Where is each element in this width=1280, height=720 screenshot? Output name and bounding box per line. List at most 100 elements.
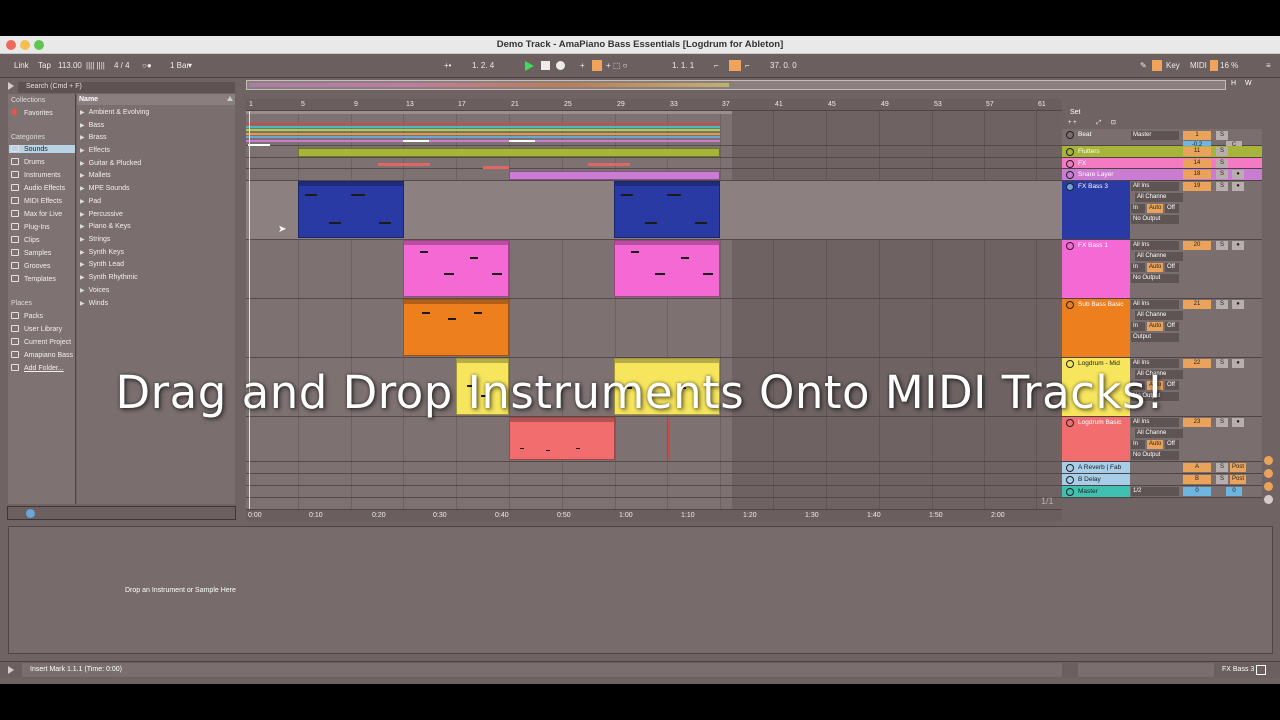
track-activator[interactable]: 20	[1183, 241, 1211, 250]
monitor-off-button[interactable]: Off	[1165, 204, 1179, 213]
overdub-icon[interactable]: +	[580, 61, 585, 70]
arrangement-position-field[interactable]: 1. 2. 4	[472, 61, 494, 70]
expand-icon[interactable]: ▶	[80, 160, 85, 167]
monitor-off-button[interactable]: Off	[1165, 322, 1179, 331]
sidebar-item-drums[interactable]: Drums	[11, 158, 45, 166]
status-icon[interactable]	[1264, 495, 1273, 504]
browser-item[interactable]: ▶ Synth Rhythmic	[80, 274, 138, 281]
flutters-clip[interactable]	[298, 148, 720, 157]
w-zoom-button[interactable]: W	[1245, 80, 1257, 90]
fold-icon[interactable]	[1066, 488, 1074, 496]
solo-button[interactable]: S	[1216, 300, 1228, 309]
master-volume[interactable]: 0	[1183, 487, 1211, 496]
browser-item[interactable]: ▶ Pad	[80, 198, 101, 205]
follow-icon[interactable]: +•	[444, 61, 451, 70]
midi-from-chooser[interactable]: All Ins	[1131, 300, 1179, 309]
browser-item[interactable]: ▶ Voices	[80, 287, 109, 294]
browser-search-input[interactable]: Search (Cmd + F)	[18, 82, 235, 93]
arrangement-overview[interactable]	[246, 80, 1226, 90]
sidebar-item-audio-effects[interactable]: Audio Effects	[11, 184, 65, 192]
track-name[interactable]: Logdrum Basic	[1062, 417, 1130, 461]
link-button[interactable]: Link	[14, 61, 29, 70]
track-activator[interactable]: 14	[1183, 159, 1211, 168]
track-lane-fx-bass-1[interactable]	[246, 240, 1062, 299]
sidebar-item-amapiano-bass[interactable]: Amapiano Bass	[11, 351, 75, 359]
sidebar-item-current-project[interactable]: Current Project	[11, 338, 75, 346]
browser-item[interactable]: ▶ Synth Lead	[80, 261, 124, 268]
track-name[interactable]: FX Bass 1	[1062, 240, 1130, 298]
track-name[interactable]: Flutters	[1062, 146, 1130, 157]
track-lane-fx[interactable]	[246, 158, 1062, 169]
track-header-fx-bass-3[interactable]: FX Bass 3 All Ins All Channe In Auto Off…	[1062, 181, 1262, 240]
post-button[interactable]: Post	[1230, 463, 1246, 472]
expand-icon[interactable]: ▶	[80, 223, 85, 230]
midi-from-chooser[interactable]: All Ins	[1131, 418, 1179, 427]
monitor-auto-button[interactable]: Auto	[1147, 440, 1163, 449]
track-header-snare-layer[interactable]: Snare Layer 18 S ●	[1062, 169, 1262, 181]
track-activator[interactable]: 1	[1183, 131, 1211, 140]
loop-brace[interactable]	[246, 111, 732, 114]
track-activator[interactable]: A	[1183, 463, 1211, 472]
stop-button[interactable]	[541, 61, 550, 70]
time-ruler[interactable]: 0:00 0:10 0:20 0:30 0:40 0:50 1:00 1:10 …	[246, 509, 1062, 521]
sidebar-item-packs[interactable]: Packs	[11, 312, 43, 320]
key-map-icon[interactable]	[1152, 60, 1162, 71]
automation-arm-button[interactable]	[592, 60, 602, 71]
loop-length-field[interactable]: 37. 0. 0	[770, 61, 797, 70]
sidebar-item-plug-ins[interactable]: Plug-Ins	[11, 223, 50, 231]
track-header-fx[interactable]: FX 14 S	[1062, 158, 1262, 169]
track-lane-sub-bass-basic[interactable]	[246, 299, 1062, 358]
capture-icon[interactable]: + ⬚ ○	[606, 61, 628, 70]
detail-toggle-icon[interactable]	[1256, 665, 1266, 675]
sidebar-item-samples[interactable]: Samples	[11, 249, 51, 257]
fold-icon[interactable]	[1066, 160, 1074, 168]
expand-icon[interactable]: ▶	[80, 172, 85, 179]
track-name[interactable]: Sub Bass Basic	[1062, 299, 1130, 357]
arm-button[interactable]: ●	[1232, 182, 1244, 191]
midi-channel-chooser[interactable]: All Channe	[1135, 193, 1183, 202]
track-activator[interactable]: 18	[1183, 170, 1211, 179]
track-lane-b-delay[interactable]	[246, 474, 1062, 486]
midi-channel-chooser[interactable]: All Channe	[1135, 311, 1183, 320]
sidebar-item-sounds[interactable]: Sounds	[9, 145, 75, 153]
nudge-icon[interactable]: |||| ||||	[86, 61, 105, 70]
fold-icon[interactable]	[1066, 476, 1074, 484]
solo-button[interactable]: S	[1216, 182, 1228, 191]
beat-ruler[interactable]: 1 5 9 13 17 21 25 29 33 37 41 45 49 53 5…	[246, 99, 1062, 111]
solo-button[interactable]: S	[1216, 475, 1228, 484]
fold-icon[interactable]	[1066, 171, 1074, 179]
track-lane-a-reverb[interactable]	[246, 462, 1062, 474]
track-lane-fx-bass-3[interactable]: ➤	[246, 181, 1062, 240]
expand-icon[interactable]: ▶	[80, 198, 85, 205]
monitor-auto-button[interactable]: Auto	[1147, 263, 1163, 272]
fx-clip[interactable]	[378, 163, 430, 166]
track-header-a-reverb[interactable]: A Reverb | Fab A S Post	[1062, 462, 1262, 474]
sidebar-item-instruments[interactable]: Instruments	[11, 171, 61, 179]
solo-button[interactable]: S	[1216, 418, 1228, 427]
midi-channel-chooser[interactable]: All Channe	[1135, 252, 1183, 261]
quantize-menu[interactable]: 1 Bar	[170, 61, 189, 70]
sidebar-item-templates[interactable]: Templates	[11, 275, 56, 283]
browser-item[interactable]: ▶ Mallets	[80, 172, 111, 179]
h-zoom-button[interactable]: H	[1231, 80, 1243, 90]
browser-item[interactable]: ▶ MPE Sounds	[80, 185, 129, 192]
tap-tempo-button[interactable]: Tap	[38, 61, 51, 70]
monitor-in-button[interactable]: In	[1131, 322, 1145, 331]
track-header-sub-bass-basic[interactable]: Sub Bass Basic All Ins All Channe In Aut…	[1062, 299, 1262, 358]
track-name[interactable]: FX Bass 3	[1062, 181, 1130, 239]
device-view[interactable]: Drop an Instrument or Sample Here	[8, 526, 1273, 654]
expand-icon[interactable]: ▶	[80, 211, 85, 218]
track-name[interactable]: Snare Layer	[1062, 169, 1130, 180]
browser-item[interactable]: ▶ Winds	[80, 300, 108, 307]
expand-icon[interactable]: ▶	[80, 274, 85, 281]
solo-button[interactable]: S	[1216, 170, 1228, 179]
solo-button[interactable]: S	[1216, 463, 1228, 472]
menu-icon[interactable]: ≡	[1266, 61, 1271, 70]
browser-toggle-icon[interactable]	[8, 80, 18, 91]
fold-icon[interactable]	[1066, 419, 1074, 427]
fold-icon[interactable]	[1066, 148, 1074, 156]
browser-item[interactable]: ▶ Bass	[80, 122, 104, 129]
midi-to-chooser[interactable]: No Output	[1131, 215, 1179, 224]
loop-start-field[interactable]: 1. 1. 1	[672, 61, 694, 70]
midi-map-button[interactable]: MIDI	[1190, 61, 1207, 70]
